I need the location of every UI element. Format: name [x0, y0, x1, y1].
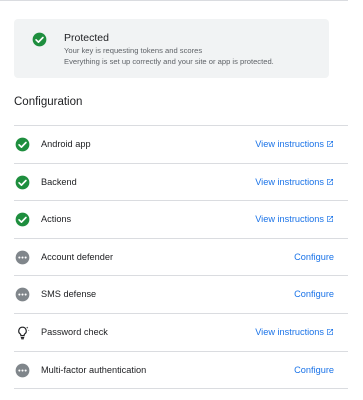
configure-button[interactable]: Configure	[294, 289, 334, 299]
status-detail: Everything is set up correctly and your …	[64, 57, 274, 66]
config-row-sms-defense: SMS defense Configure	[14, 276, 348, 314]
status-card: Protected Your key is requesting tokens …	[14, 19, 329, 78]
check-circle-icon	[15, 212, 30, 227]
config-row-label: Actions	[41, 214, 72, 225]
status-description: Your key is requesting tokens and scores	[64, 46, 203, 55]
config-row-label: Account defender	[41, 251, 114, 262]
config-row-account-defender: Account defender Configure	[14, 239, 348, 277]
open-in-new-icon	[327, 141, 333, 147]
config-row-android-app: Android app View instructions	[14, 126, 348, 164]
link-label: View instructions	[255, 214, 324, 225]
config-row-label: Android app	[41, 139, 91, 149]
config-row-multi-factor-authentication: Multi-factor authentication Configure	[14, 352, 348, 390]
lightbulb-icon	[18, 326, 30, 340]
more-horiz-circle-icon	[15, 363, 30, 377]
open-in-new-icon	[327, 178, 333, 185]
config-row-actions: Actions View instructions	[14, 201, 348, 239]
section-title: Configuration	[14, 96, 83, 108]
config-row-label: Multi-factor authentication	[41, 364, 147, 375]
view-instructions-link[interactable]: View instructions	[255, 327, 334, 337]
more-horiz-circle-icon	[15, 288, 30, 302]
configure-button[interactable]: Configure	[294, 252, 334, 262]
config-row-label: Password check	[41, 326, 108, 337]
top-divider	[0, 0, 348, 1]
view-instructions-link[interactable]: View instructions	[255, 214, 334, 224]
link-label: View instructions	[255, 176, 324, 187]
config-row-label: SMS defense	[41, 289, 97, 300]
check-circle-icon	[32, 32, 47, 47]
configuration-list: Android app View instructions Backend Vi…	[14, 125, 348, 390]
configure-button[interactable]: Configure	[294, 365, 334, 375]
view-instructions-link[interactable]: View instructions	[255, 177, 334, 187]
recaptcha-key-overview: Protected Your key is requesting tokens …	[0, 0, 363, 400]
open-in-new-icon	[327, 216, 333, 223]
link-label: View instructions	[255, 326, 324, 337]
config-row-password-check: Password check View instructions	[14, 314, 348, 352]
check-circle-icon	[15, 137, 30, 152]
config-row-backend: Backend View instructions	[14, 164, 348, 202]
status-title: Protected	[64, 32, 109, 44]
link-label: View instructions	[255, 139, 324, 149]
check-circle-icon	[15, 175, 30, 189]
view-instructions-link[interactable]: View instructions	[255, 139, 334, 149]
open-in-new-icon	[327, 328, 333, 335]
more-horiz-circle-icon	[15, 250, 30, 265]
config-row-label: Backend	[41, 176, 77, 187]
